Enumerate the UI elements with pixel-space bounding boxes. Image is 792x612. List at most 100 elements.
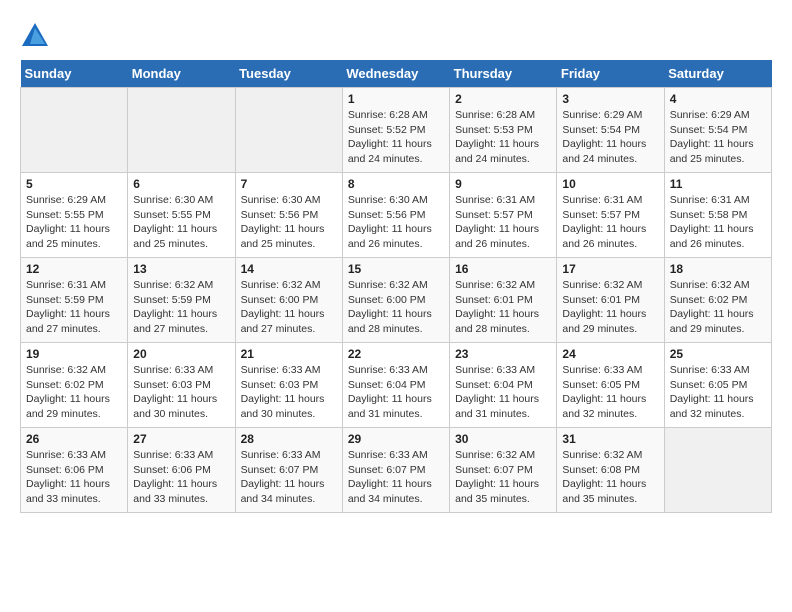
day-info: Sunrise: 6:33 AM Sunset: 6:04 PM Dayligh… [455, 363, 551, 422]
day-number: 16 [455, 262, 551, 276]
day-number: 1 [348, 92, 444, 106]
calendar-cell: 3 Sunrise: 6:29 AM Sunset: 5:54 PM Daylig… [557, 88, 664, 173]
day-number: 4 [670, 92, 766, 106]
day-number: 17 [562, 262, 658, 276]
day-info: Sunrise: 6:32 AM Sunset: 5:59 PM Dayligh… [133, 278, 229, 337]
calendar-cell: 15 Sunrise: 6:32 AM Sunset: 6:00 PM Dayli… [342, 258, 449, 343]
calendar-cell: 22 Sunrise: 6:33 AM Sunset: 6:04 PM Dayli… [342, 343, 449, 428]
calendar-cell: 29 Sunrise: 6:33 AM Sunset: 6:07 PM Dayli… [342, 428, 449, 513]
day-info: Sunrise: 6:29 AM Sunset: 5:54 PM Dayligh… [562, 108, 658, 167]
calendar-cell: 9 Sunrise: 6:31 AM Sunset: 5:57 PM Daylig… [450, 173, 557, 258]
day-header-row: SundayMondayTuesdayWednesdayThursdayFrid… [21, 60, 772, 88]
day-info: Sunrise: 6:31 AM Sunset: 5:57 PM Dayligh… [455, 193, 551, 252]
calendar-cell: 10 Sunrise: 6:31 AM Sunset: 5:57 PM Dayli… [557, 173, 664, 258]
calendar-cell: 11 Sunrise: 6:31 AM Sunset: 5:58 PM Dayli… [664, 173, 771, 258]
calendar-cell: 6 Sunrise: 6:30 AM Sunset: 5:55 PM Daylig… [128, 173, 235, 258]
day-number: 19 [26, 347, 122, 361]
calendar-cell: 23Sunrise: 6:33 AM Sunset: 6:04 PM Dayli… [450, 343, 557, 428]
calendar-cell: 14 Sunrise: 6:32 AM Sunset: 6:00 PM Dayli… [235, 258, 342, 343]
day-number: 11 [670, 177, 766, 191]
day-header-monday: Monday [128, 60, 235, 88]
day-info: Sunrise: 6:32 AM Sunset: 6:02 PM Dayligh… [26, 363, 122, 422]
day-header-thursday: Thursday [450, 60, 557, 88]
page-header [20, 20, 772, 50]
day-info: Sunrise: 6:33 AM Sunset: 6:05 PM Dayligh… [562, 363, 658, 422]
day-number: 14 [241, 262, 337, 276]
day-number: 22 [348, 347, 444, 361]
day-number: 5 [26, 177, 122, 191]
calendar-cell [664, 428, 771, 513]
day-info: Sunrise: 6:33 AM Sunset: 6:03 PM Dayligh… [241, 363, 337, 422]
calendar-cell: 7Sunrise: 6:30 AM Sunset: 5:56 PM Daylig… [235, 173, 342, 258]
day-info: Sunrise: 6:33 AM Sunset: 6:06 PM Dayligh… [26, 448, 122, 507]
day-number: 15 [348, 262, 444, 276]
calendar-header: SundayMondayTuesdayWednesdayThursdayFrid… [21, 60, 772, 88]
calendar-cell: 31Sunrise: 6:32 AM Sunset: 6:08 PM Dayli… [557, 428, 664, 513]
day-header-friday: Friday [557, 60, 664, 88]
day-number: 12 [26, 262, 122, 276]
calendar-cell: 16 Sunrise: 6:32 AM Sunset: 6:01 PM Dayli… [450, 258, 557, 343]
day-info: Sunrise: 6:33 AM Sunset: 6:07 PM Dayligh… [241, 448, 337, 507]
day-info: Sunrise: 6:32 AM Sunset: 6:00 PM Dayligh… [348, 278, 444, 337]
day-info: Sunrise: 6:32 AM Sunset: 6:07 PM Dayligh… [455, 448, 551, 507]
day-info: Sunrise: 6:33 AM Sunset: 6:05 PM Dayligh… [670, 363, 766, 422]
day-info: Sunrise: 6:32 AM Sunset: 6:02 PM Dayligh… [670, 278, 766, 337]
day-info: Sunrise: 6:31 AM Sunset: 5:57 PM Dayligh… [562, 193, 658, 252]
day-number: 28 [241, 432, 337, 446]
calendar-cell: 20 Sunrise: 6:33 AM Sunset: 6:03 PM Dayli… [128, 343, 235, 428]
day-info: Sunrise: 6:33 AM Sunset: 6:03 PM Dayligh… [133, 363, 229, 422]
calendar-cell [21, 88, 128, 173]
day-info: Sunrise: 6:31 AM Sunset: 5:58 PM Dayligh… [670, 193, 766, 252]
calendar-cell: 8Sunrise: 6:30 AM Sunset: 5:56 PM Daylig… [342, 173, 449, 258]
day-number: 20 [133, 347, 229, 361]
calendar-week-3: 12 Sunrise: 6:31 AM Sunset: 5:59 PM Dayli… [21, 258, 772, 343]
day-number: 27 [133, 432, 229, 446]
calendar-cell: 17 Sunrise: 6:32 AM Sunset: 6:01 PM Dayli… [557, 258, 664, 343]
calendar-cell [128, 88, 235, 173]
calendar-week-2: 5 Sunrise: 6:29 AM Sunset: 5:55 PM Daylig… [21, 173, 772, 258]
day-number: 10 [562, 177, 658, 191]
day-info: Sunrise: 6:29 AM Sunset: 5:54 PM Dayligh… [670, 108, 766, 167]
logo [20, 20, 52, 50]
logo-icon [20, 20, 50, 50]
day-number: 26 [26, 432, 122, 446]
day-info: Sunrise: 6:33 AM Sunset: 6:04 PM Dayligh… [348, 363, 444, 422]
day-number: 9 [455, 177, 551, 191]
calendar-week-4: 19 Sunrise: 6:32 AM Sunset: 6:02 PM Dayli… [21, 343, 772, 428]
calendar-cell: 2Sunrise: 6:28 AM Sunset: 5:53 PM Daylig… [450, 88, 557, 173]
calendar-week-5: 26 Sunrise: 6:33 AM Sunset: 6:06 PM Dayli… [21, 428, 772, 513]
day-info: Sunrise: 6:33 AM Sunset: 6:07 PM Dayligh… [348, 448, 444, 507]
day-number: 6 [133, 177, 229, 191]
calendar-table: SundayMondayTuesdayWednesdayThursdayFrid… [20, 60, 772, 513]
day-number: 21 [241, 347, 337, 361]
calendar-cell [235, 88, 342, 173]
calendar-cell: 30 Sunrise: 6:32 AM Sunset: 6:07 PM Dayli… [450, 428, 557, 513]
day-info: Sunrise: 6:32 AM Sunset: 6:01 PM Dayligh… [562, 278, 658, 337]
day-info: Sunrise: 6:31 AM Sunset: 5:59 PM Dayligh… [26, 278, 122, 337]
calendar-cell: 26 Sunrise: 6:33 AM Sunset: 6:06 PM Dayli… [21, 428, 128, 513]
day-number: 29 [348, 432, 444, 446]
calendar-cell: 19 Sunrise: 6:32 AM Sunset: 6:02 PM Dayli… [21, 343, 128, 428]
day-number: 24 [562, 347, 658, 361]
calendar-cell: 18 Sunrise: 6:32 AM Sunset: 6:02 PM Dayli… [664, 258, 771, 343]
day-header-saturday: Saturday [664, 60, 771, 88]
calendar-cell: 21 Sunrise: 6:33 AM Sunset: 6:03 PM Dayli… [235, 343, 342, 428]
day-info: Sunrise: 6:28 AM Sunset: 5:52 PM Dayligh… [348, 108, 444, 167]
day-number: 30 [455, 432, 551, 446]
day-number: 3 [562, 92, 658, 106]
day-info: Sunrise: 6:32 AM Sunset: 6:08 PM Dayligh… [562, 448, 658, 507]
day-info: Sunrise: 6:30 AM Sunset: 5:55 PM Dayligh… [133, 193, 229, 252]
day-header-tuesday: Tuesday [235, 60, 342, 88]
day-info: Sunrise: 6:28 AM Sunset: 5:53 PM Dayligh… [455, 108, 551, 167]
calendar-body: 1 Sunrise: 6:28 AM Sunset: 5:52 PM Daylig… [21, 88, 772, 513]
calendar-cell: 5 Sunrise: 6:29 AM Sunset: 5:55 PM Daylig… [21, 173, 128, 258]
day-number: 18 [670, 262, 766, 276]
calendar-cell: 1 Sunrise: 6:28 AM Sunset: 5:52 PM Daylig… [342, 88, 449, 173]
day-header-sunday: Sunday [21, 60, 128, 88]
day-info: Sunrise: 6:32 AM Sunset: 6:00 PM Dayligh… [241, 278, 337, 337]
calendar-cell: 28 Sunrise: 6:33 AM Sunset: 6:07 PM Dayli… [235, 428, 342, 513]
day-info: Sunrise: 6:32 AM Sunset: 6:01 PM Dayligh… [455, 278, 551, 337]
day-number: 25 [670, 347, 766, 361]
calendar-cell: 24 Sunrise: 6:33 AM Sunset: 6:05 PM Dayli… [557, 343, 664, 428]
day-info: Sunrise: 6:29 AM Sunset: 5:55 PM Dayligh… [26, 193, 122, 252]
